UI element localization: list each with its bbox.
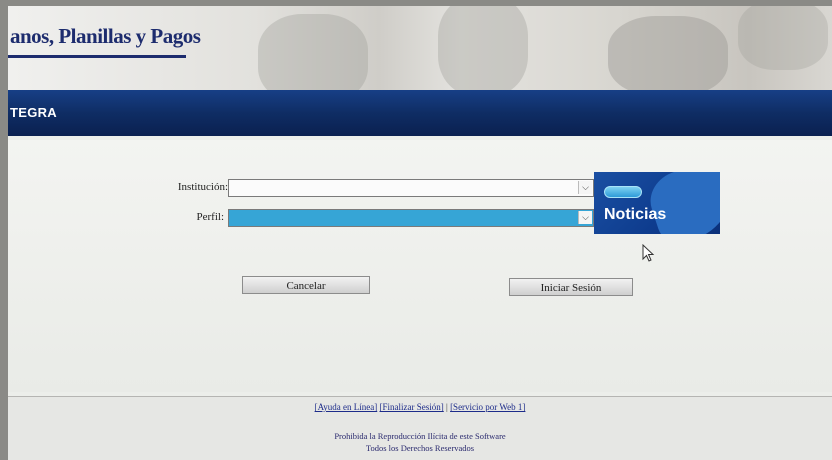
map-graphic: [643, 172, 720, 234]
perfil-label: Perfil:: [196, 211, 225, 223]
mouse-pointer-icon: [642, 244, 655, 262]
noticias-label: Noticias: [604, 206, 667, 223]
nav-bar: [8, 90, 832, 136]
title-underline: [8, 55, 186, 58]
start-session-button[interactable]: Iniciar Sesión: [509, 278, 633, 296]
cancel-button[interactable]: Cancelar: [242, 276, 370, 294]
app-title: anos, Planillas y Pagos: [10, 24, 201, 48]
footer-notice-line1: Prohibida la Reproducción Ilícita de est…: [334, 431, 506, 441]
chevron-down-icon[interactable]: ⌵: [578, 181, 592, 194]
app-screen: anos, Planillas y Pagos TEGRA Institució…: [8, 6, 832, 460]
noticias-banner[interactable]: Noticias: [594, 172, 720, 234]
nav-title: TEGRA: [10, 105, 57, 120]
footer-links: [Ayuda en Línea] [Finalizar Sesión] | [S…: [8, 402, 832, 412]
perfil-select[interactable]: ⌵: [228, 209, 594, 227]
institucion-select[interactable]: ⌵: [228, 179, 594, 197]
footer-notice-line2: Todos los Derechos Reservados: [365, 443, 475, 453]
institucion-label: Institución:: [177, 181, 228, 193]
pill-graphic: [604, 186, 642, 198]
chevron-down-icon[interactable]: ⌵: [578, 211, 592, 224]
web-service-link[interactable]: [Servicio por Web 1]: [450, 402, 525, 412]
help-link[interactable]: [Ayuda en Línea]: [315, 402, 378, 412]
footer-separator: |: [446, 402, 448, 412]
logout-link[interactable]: [Finalizar Sesión]: [380, 402, 444, 412]
